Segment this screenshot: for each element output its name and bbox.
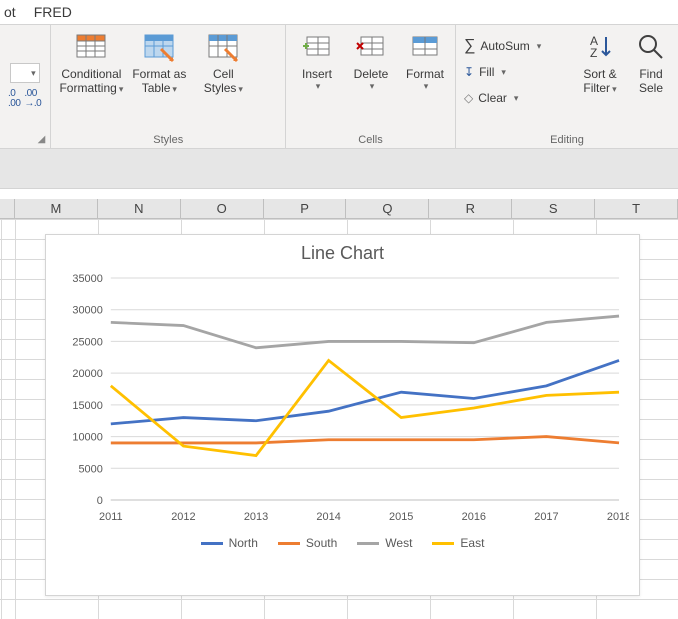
chevron-down-icon: ▾ [612, 84, 617, 94]
legend-item: East [432, 536, 484, 550]
chevron-down-icon: ▾ [537, 41, 542, 52]
cell-styles-button[interactable]: Cell Styles▾ [195, 29, 251, 96]
col-header[interactable]: R [429, 199, 512, 218]
sort-filter-icon: A Z [584, 31, 616, 63]
plot-area: 0 5000 10000 15000 20000 25000 30000 35000 2011 2… [56, 270, 629, 530]
svg-text:25000: 25000 [72, 336, 102, 348]
legend-item: South [278, 536, 337, 550]
legend-swatch [278, 542, 300, 545]
svg-text:0: 0 [97, 495, 103, 507]
svg-text:Z: Z [590, 46, 597, 60]
svg-text:2012: 2012 [171, 511, 195, 523]
chart-legend: North South West East [56, 536, 629, 550]
svg-text:2013: 2013 [244, 511, 268, 523]
format-cells-icon [409, 31, 441, 63]
svg-text:10000: 10000 [72, 432, 102, 444]
conditional-formatting-button[interactable]: Conditional Formatting▾ [59, 29, 123, 96]
eraser-icon: ◇ [464, 91, 473, 105]
svg-text:2017: 2017 [534, 511, 558, 523]
legend-swatch [357, 542, 379, 545]
number-format-combo[interactable]: ▾ [10, 63, 40, 83]
svg-text:20000: 20000 [72, 368, 102, 380]
sigma-icon: ∑ [464, 37, 475, 55]
svg-text:2015: 2015 [389, 511, 413, 523]
col-header[interactable]: O [181, 199, 264, 218]
autosum-button[interactable]: ∑ AutoSum ▾ [464, 35, 568, 57]
ribbon-tab-ot[interactable]: ot [4, 4, 16, 20]
svg-text:2018: 2018 [607, 511, 629, 523]
chart-title: Line Chart [56, 243, 629, 264]
group-label: Cells [286, 134, 455, 146]
delete-cells-icon [355, 31, 387, 63]
chevron-down-icon: ▾ [316, 81, 321, 92]
ribbon: ▾ .0.00 .00→.0 ◢ Conditional Formatting▾ [0, 25, 678, 149]
chevron-down-icon: ▾ [501, 67, 506, 78]
group-label: Styles [51, 134, 285, 146]
chevron-down-icon: ▾ [31, 68, 36, 79]
legend-swatch [201, 542, 223, 545]
increase-decimal-button[interactable]: .0.00 [8, 89, 20, 109]
group-cells: Insert ▾ Delete ▾ Format ▾ Cells [286, 25, 456, 148]
fill-button[interactable]: ↧ Fill ▾ [464, 61, 568, 83]
find-select-button[interactable]: Find Sele [632, 29, 670, 96]
legend-item: West [357, 536, 412, 550]
group-styles: Conditional Formatting▾ Format as Table▾ [51, 25, 286, 148]
svg-text:35000: 35000 [72, 273, 102, 285]
col-header[interactable]: Q [346, 199, 429, 218]
col-header[interactable]: M [15, 199, 98, 218]
svg-text:5000: 5000 [78, 463, 102, 475]
format-as-table-icon [143, 31, 175, 63]
worksheet[interactable]: M N O P Q R S T Line Chart 0 5000 10000 150… [0, 149, 678, 619]
cell-grid[interactable]: Line Chart 0 5000 10000 15000 20000 25000 3000… [0, 219, 678, 619]
svg-text:2016: 2016 [462, 511, 486, 523]
find-icon [635, 31, 667, 63]
legend-label: North [229, 536, 258, 550]
legend-item: North [201, 536, 258, 550]
clear-button[interactable]: ◇ Clear ▾ [464, 87, 568, 109]
col-header[interactable]: N [98, 199, 181, 218]
group-editing: ∑ AutoSum ▾ ↧ Fill ▾ ◇ Clear ▾ A Z Sort … [456, 25, 678, 148]
chevron-down-icon: ▾ [424, 81, 429, 92]
insert-button[interactable]: Insert ▾ [294, 29, 340, 92]
decrease-decimal-button[interactable]: .00→.0 [24, 89, 41, 109]
fill-down-icon: ↧ [464, 65, 474, 79]
col-header[interactable]: S [512, 199, 595, 218]
format-button[interactable]: Format ▾ [402, 29, 448, 92]
chevron-down-icon: ▾ [238, 84, 243, 94]
chart-object[interactable]: Line Chart 0 5000 10000 15000 20000 25000 3000… [45, 234, 640, 596]
legend-swatch [432, 542, 454, 545]
cell-styles-icon [207, 31, 239, 63]
chevron-down-icon: ▾ [172, 84, 177, 94]
svg-text:15000: 15000 [72, 400, 102, 412]
delete-button[interactable]: Delete ▾ [348, 29, 394, 92]
col-header[interactable]: T [595, 199, 678, 218]
chevron-down-icon: ▾ [119, 84, 124, 94]
group-label: Editing [456, 134, 678, 146]
svg-text:30000: 30000 [72, 305, 102, 317]
svg-text:2014: 2014 [316, 511, 340, 523]
col-header[interactable]: P [264, 199, 347, 218]
svg-text:2011: 2011 [99, 511, 123, 523]
number-dialog-launcher[interactable]: ◢ [34, 132, 48, 146]
insert-cells-icon [301, 31, 333, 63]
chevron-down-icon: ▾ [370, 81, 375, 92]
conditional-formatting-icon [75, 31, 107, 63]
legend-label: East [460, 536, 484, 550]
format-as-table-button[interactable]: Format as Table▾ [131, 29, 187, 96]
legend-label: South [306, 536, 337, 550]
sort-filter-button[interactable]: A Z Sort & Filter▾ [576, 29, 624, 96]
ribbon-tab-fred[interactable]: FRED [34, 4, 72, 20]
legend-label: West [385, 536, 412, 550]
column-headers: M N O P Q R S T [0, 199, 678, 219]
chevron-down-icon: ▾ [514, 93, 519, 104]
ribbon-tabs: ot FRED [0, 0, 678, 25]
group-number: ▾ .0.00 .00→.0 ◢ [0, 25, 51, 148]
